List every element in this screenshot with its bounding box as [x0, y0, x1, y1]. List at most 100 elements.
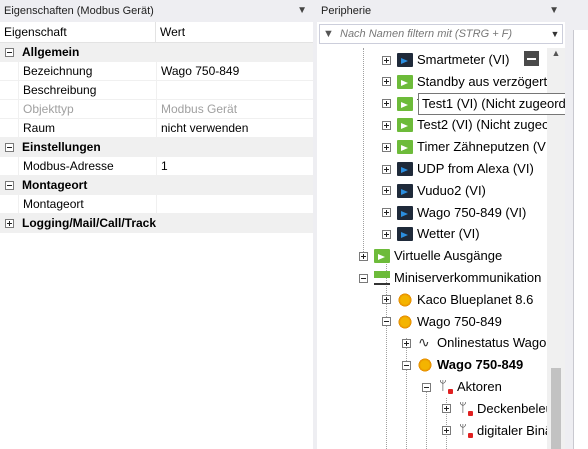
tree-item[interactable]: Aktoren [422, 375, 502, 398]
green-device-icon [397, 96, 413, 111]
tree-item[interactable]: Wago 750-849 [402, 354, 523, 376]
column-header-property[interactable]: Eigenschaft [0, 22, 156, 42]
expand-icon[interactable] [382, 142, 391, 152]
peripherie-title-text: Peripherie [321, 5, 372, 17]
tree-item[interactable]: Wago 750-849 (VI) [382, 202, 526, 224]
expand-icon[interactable] [442, 426, 451, 436]
pin-icon[interactable]: ▼ [297, 0, 307, 22]
tree-item[interactable]: Miniserverkommunikation [359, 267, 541, 289]
sun-device-icon [397, 314, 413, 329]
property-value[interactable]: Wago 750-849 [156, 62, 313, 81]
tree-item[interactable]: Wetter (VI) [382, 223, 480, 245]
expand-icon[interactable] [382, 295, 391, 305]
collapse-icon[interactable] [524, 51, 539, 66]
tree-item[interactable]: Onlinestatus Wago 750-849 [402, 331, 547, 354]
relay-device-icon [457, 397, 473, 419]
tree-item[interactable]: digitaler Binärausgang [442, 419, 547, 442]
tree-item-label: digitaler Binärausgang [477, 422, 547, 438]
properties-grid-header: Eigenschaft Wert [0, 22, 313, 43]
category-label: Allgemein [22, 45, 80, 59]
expand-icon[interactable] [382, 99, 391, 109]
property-row[interactable]: Modbus-Adresse 1 [0, 157, 313, 176]
tooltip: Test1 (VI) (Nicht zugeordnet) [418, 93, 588, 115]
property-value[interactable]: Modbus Gerät [156, 100, 313, 119]
expander-icon[interactable] [5, 219, 14, 228]
property-value[interactable]: 1 [156, 157, 313, 176]
dark-device-icon [397, 162, 413, 176]
property-row[interactable]: Bezeichnung Wago 750-849 [0, 62, 313, 81]
tree-item-label: Test2 (VI) (Nicht zugeordnet) [417, 117, 547, 133]
expand-icon[interactable] [382, 120, 391, 130]
dark-device-icon [397, 183, 413, 198]
collapse-icon[interactable] [402, 360, 411, 370]
property-label: Beschreibung [18, 81, 156, 99]
property-value[interactable] [156, 195, 313, 214]
expand-icon[interactable] [382, 186, 391, 196]
dark-device-icon [397, 205, 413, 220]
filter-placeholder[interactable]: Nach Namen filtern mit (STRG + F) [337, 28, 548, 40]
filter-input[interactable]: ▼ Nach Namen filtern mit (STRG + F) ▼ [319, 24, 563, 44]
expander-icon[interactable] [5, 143, 14, 152]
expander-icon[interactable] [5, 48, 14, 57]
net-device-icon [374, 271, 390, 285]
tree-item-label: UDP from Alexa (VI) [417, 161, 534, 176]
wave-device-icon [417, 331, 433, 353]
property-row[interactable]: Beschreibung [0, 81, 313, 100]
property-row[interactable]: Montageort [0, 195, 313, 214]
expand-icon[interactable] [402, 338, 411, 348]
properties-grid: Allgemein Bezeichnung Wago 750-849 Beschrei… [0, 43, 313, 233]
tree-item[interactable]: Timer Zähneputzen (VI) [382, 136, 547, 158]
property-category[interactable]: Allgemein [0, 43, 313, 62]
scroll-up-icon[interactable]: ▲ [547, 48, 565, 62]
column-header-value[interactable]: Wert [156, 22, 185, 42]
expand-icon[interactable] [442, 404, 451, 414]
expander-icon[interactable] [5, 181, 14, 190]
tree-item[interactable]: Wago 750-849 [382, 311, 502, 333]
collapse-icon[interactable] [422, 382, 431, 392]
tree-item[interactable]: Test2 (VI) (Nicht zugeordnet) [382, 114, 547, 136]
tree-item[interactable]: Standby aus verzögert (VI) [382, 71, 547, 93]
relay-device-icon [437, 375, 453, 397]
category-label: Montageort [22, 178, 88, 192]
tree-item-label: Smartmeter (VI) [417, 52, 510, 67]
pin-icon[interactable]: ▼ [549, 0, 559, 22]
tree-guide-line [363, 48, 364, 258]
tree-item[interactable]: UDP from Alexa (VI) [382, 158, 534, 180]
expand-icon[interactable] [382, 55, 391, 65]
property-value[interactable] [156, 81, 313, 100]
chevron-down-icon[interactable]: ▼ [548, 29, 562, 39]
tree-item-label: Wago 750-849 [437, 357, 524, 373]
tree-item-label: Standby aus verzögert (VI) [417, 73, 547, 89]
tree-item-label: Miniserverkommunikation [394, 270, 542, 285]
tree-item-label: Wago 750-849 (VI) [417, 204, 527, 220]
expand-icon[interactable] [359, 251, 368, 261]
collapse-icon[interactable] [359, 273, 368, 283]
scroll-thumb[interactable] [551, 368, 561, 449]
property-category[interactable]: Einstellungen [0, 138, 313, 157]
property-category[interactable]: Logging/Mail/Call/Track [0, 214, 313, 233]
tree-item[interactable]: Deckenbeleuchtung [442, 397, 547, 420]
properties-panel-title: Eigenschaften (Modbus Gerät) ▼ [0, 0, 313, 22]
property-row[interactable]: Raum nicht verwenden [0, 119, 313, 138]
filter-icon: ▼ [323, 28, 334, 40]
relay-device-icon [457, 419, 473, 441]
expand-icon[interactable] [382, 164, 391, 174]
property-value[interactable]: nicht verwenden [156, 119, 313, 138]
tree-item-label: Timer Zähneputzen (VI) [417, 139, 547, 155]
expand-icon[interactable] [382, 77, 391, 87]
property-category[interactable]: Montageort [0, 176, 313, 195]
property-row[interactable]: Objekttyp Modbus Gerät [0, 100, 313, 119]
peripherie-panel-title: Peripherie ▼ [317, 0, 565, 22]
tree-item[interactable]: Vuduo2 (VI) [382, 180, 486, 202]
tree-item-label: Vuduo2 (VI) [417, 182, 486, 198]
expand-icon[interactable] [382, 229, 391, 239]
expand-icon[interactable] [382, 208, 391, 218]
tree-item[interactable]: Virtuelle Ausgänge [359, 245, 502, 267]
sun-device-icon [397, 292, 413, 307]
tree-item[interactable]: Smartmeter (VI) [382, 49, 509, 71]
green-device-icon [397, 118, 413, 133]
green-device-icon [397, 74, 413, 89]
dark-device-icon [397, 227, 413, 242]
collapse-icon[interactable] [382, 317, 391, 327]
tree-item[interactable]: Kaco Blueplanet 8.6 [382, 289, 533, 311]
